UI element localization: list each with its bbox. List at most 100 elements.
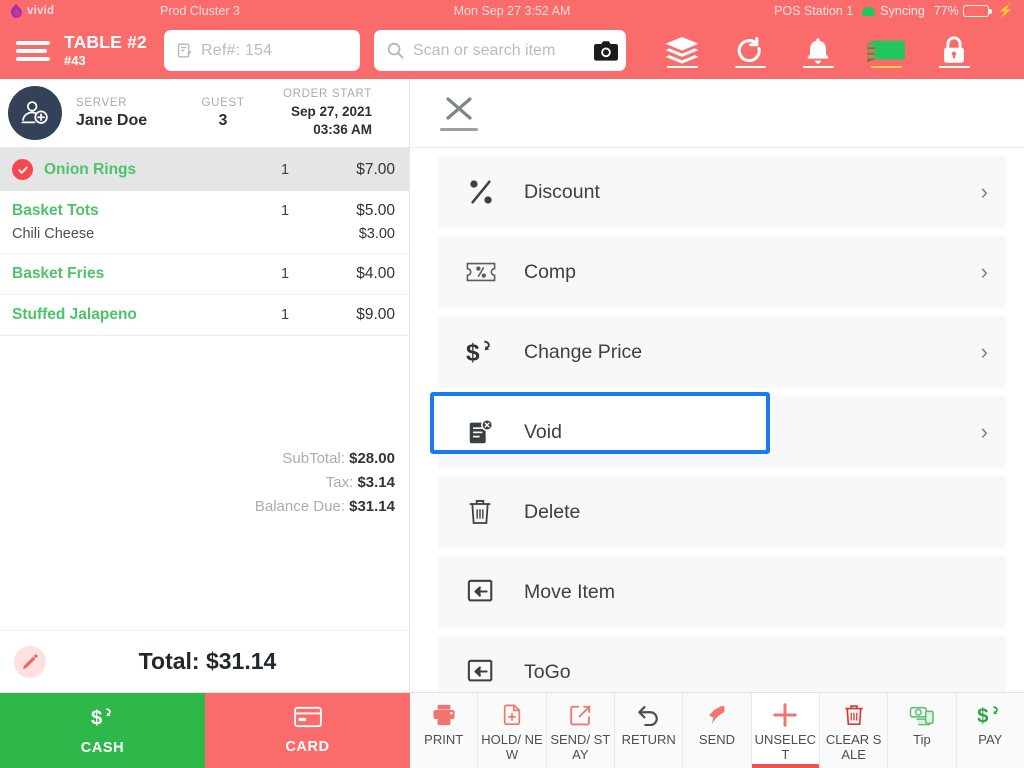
top-toolbar: TABLE #2 #43 Ref#: 154 Scan or search it… <box>0 22 1024 79</box>
brand-name: vivid <box>27 5 55 17</box>
table-name-label: TABLE #2 <box>64 31 147 52</box>
table-number-label: #43 <box>64 53 86 69</box>
cash-button-label: CASH <box>80 740 125 756</box>
action-button-label: UNSELECT <box>754 732 817 762</box>
battery-icon <box>962 5 992 17</box>
order-item-row[interactable]: Basket Tots 1 $5.00 Chili Cheese $3.00 <box>0 191 409 254</box>
add-user-icon[interactable] <box>8 86 62 140</box>
order-totals: SubTotal: $28.00 Tax: $3.14 Balance Due:… <box>0 434 409 532</box>
main-body: SERVER Jane Doe GUEST 3 ORDER START Sep … <box>0 79 1024 692</box>
card-button[interactable]: CARD <box>205 693 410 768</box>
order-item-price: $5.00 <box>356 202 395 219</box>
menu-item-label: Discount <box>524 180 600 203</box>
menu-item-delete[interactable]: Delete <box>438 476 1006 548</box>
printer-icon <box>432 702 456 728</box>
dollar-arrow-icon: $ <box>466 337 524 367</box>
brand-logo: vivid <box>10 4 160 18</box>
actions-menu-list: Discount › Comp › $ Change Price › Void › Delete M… <box>410 148 1024 692</box>
note-edit-icon <box>176 42 193 59</box>
cash-stack-icon[interactable] <box>852 22 920 79</box>
order-item-qty: 1 <box>280 307 290 323</box>
battery-percent-label: 77% <box>933 4 959 18</box>
action-button-label: SEND/ STAY <box>550 732 611 762</box>
item-selected-check-icon[interactable] <box>12 159 33 180</box>
server-label: SERVER <box>76 96 128 109</box>
hamburger-icon[interactable] <box>16 38 50 64</box>
pencil-icon[interactable] <box>14 645 46 678</box>
cash-button[interactable]: $ CASH <box>0 693 205 768</box>
layers-icon[interactable] <box>648 22 716 79</box>
pos-app: vivid Prod Cluster 3 Mon Sep 27 3:52 AM … <box>0 0 1024 768</box>
menu-item-discount[interactable]: Discount › <box>438 156 1006 228</box>
dollar-arrow-icon: $ <box>977 702 1003 728</box>
order-items-list: Onion Rings 1 $7.00 Basket Tots 1 $5.00 Chili … <box>0 148 409 434</box>
action-button-pay[interactable]: $ PAY <box>955 693 1024 768</box>
pos-station-label: POS Station 1 <box>774 4 854 18</box>
guest-count: 3 <box>218 111 228 129</box>
bell-icon[interactable] <box>784 22 852 79</box>
action-button-return[interactable]: RETURN <box>613 693 683 768</box>
plus-icon <box>772 702 798 728</box>
server-block: SERVER Jane Doe <box>76 97 172 130</box>
search-placeholder: Scan or search item <box>413 41 556 59</box>
order-panel: SERVER Jane Doe GUEST 3 ORDER START Sep … <box>0 79 410 692</box>
chevron-right-icon: › <box>980 419 988 444</box>
send-arrow-icon <box>705 702 728 728</box>
action-button-unselect[interactable]: UNSELECT <box>750 693 819 768</box>
void-document-icon <box>466 417 524 447</box>
menu-item-comp[interactable]: Comp › <box>438 236 1006 308</box>
sync-cloud-icon <box>862 6 876 16</box>
menu-item-label: ToGo <box>524 660 571 683</box>
balance-due-row: Balance Due: $31.14 <box>0 498 395 515</box>
order-header: SERVER Jane Doe GUEST 3 ORDER START Sep … <box>0 79 409 148</box>
svg-text:$: $ <box>91 707 102 729</box>
card-button-label: CARD <box>285 739 330 755</box>
action-button-label: Tip <box>913 732 931 747</box>
bottom-action-bar: $ CASH CARD PRINT HOLD/ NEW SEND/ STAY RETU… <box>0 692 1024 768</box>
search-field[interactable]: Scan or search item <box>374 30 626 71</box>
action-button-print[interactable]: PRINT <box>410 693 478 768</box>
action-button-send-stay[interactable]: SEND/ STAY <box>545 693 614 768</box>
chevron-right-icon: › <box>980 339 988 364</box>
order-item-name: Basket Tots <box>12 202 99 219</box>
return-arrow-icon <box>637 702 660 728</box>
money-tip-icon <box>909 702 935 728</box>
action-button-label: PAY <box>978 732 1003 747</box>
action-button-hold-new[interactable]: HOLD/ NEW <box>477 693 546 768</box>
camera-icon[interactable] <box>594 40 618 61</box>
order-item-modifier-row[interactable]: Chili Cheese $3.00 <box>12 226 395 242</box>
action-button-clear-sale[interactable]: CLEAR SALE <box>818 693 888 768</box>
search-icon <box>386 41 405 60</box>
order-item-modifier-name: Chili Cheese <box>12 226 95 242</box>
action-button-label: HOLD/ NEW <box>481 732 543 762</box>
dollar-arrow-icon: $ <box>90 705 116 734</box>
order-item-row[interactable]: Stuffed Jalapeno 1 $9.00 <box>0 295 409 336</box>
action-button-send[interactable]: SEND <box>682 693 751 768</box>
menu-item-move-item[interactable]: Move Item <box>438 556 1006 628</box>
ref-number-field[interactable]: Ref#: 154 <box>164 30 360 71</box>
order-item-price: $7.00 <box>356 160 395 178</box>
menu-item-change-price[interactable]: $ Change Price › <box>438 316 1006 388</box>
table-info[interactable]: TABLE #2 #43 <box>64 33 150 68</box>
menu-item-label: Change Price <box>524 340 643 363</box>
item-actions-panel: Discount › Comp › $ Change Price › Void › Delete M… <box>410 79 1024 692</box>
close-icon[interactable] <box>438 95 480 131</box>
ref-number-value: Ref#: 154 <box>201 41 273 59</box>
order-item-row[interactable]: Onion Rings 1 $7.00 <box>0 148 409 191</box>
lock-icon[interactable] <box>920 22 988 79</box>
percent-icon <box>466 177 524 207</box>
menu-item-togo[interactable]: ToGo <box>438 636 1006 692</box>
order-spacer <box>0 532 409 630</box>
order-item-row[interactable]: Basket Fries 1 $4.00 <box>0 254 409 295</box>
order-item-qty: 1 <box>280 266 290 282</box>
trash-icon <box>843 702 865 728</box>
sync-status-label: Syncing <box>880 4 925 18</box>
refresh-undo-icon[interactable] <box>716 22 784 79</box>
battery-indicator: 77% <box>933 4 992 18</box>
togo-icon <box>466 658 524 686</box>
chevron-right-icon: › <box>980 259 988 284</box>
menu-item-void[interactable]: Void › <box>430 392 1006 468</box>
action-button-tip[interactable]: Tip <box>887 693 956 768</box>
menu-item-label: Move Item <box>524 580 616 603</box>
action-button-label: RETURN <box>621 732 676 747</box>
